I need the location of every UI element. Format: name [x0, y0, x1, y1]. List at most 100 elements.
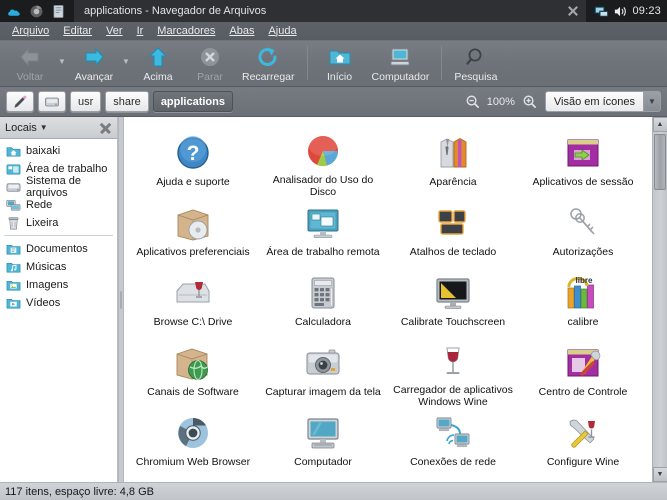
file-item[interactable]: Aparência	[388, 125, 518, 195]
menu-ver[interactable]: Ver	[99, 22, 130, 41]
disk-usage-pie-icon	[303, 131, 343, 171]
toolbar-reload-label: Recarregar	[242, 71, 295, 83]
file-item[interactable]: Autorizações	[518, 195, 648, 265]
sidebar-item-sistema-de-arquivos[interactable]: Sistema de arquivos	[0, 175, 117, 199]
browser-icon[interactable]	[29, 4, 44, 19]
scroll-down-button[interactable]: ▼	[652, 467, 667, 482]
file-item[interactable]: Aplicativos preferenciais	[128, 195, 258, 265]
menu-abas[interactable]: Abas	[222, 22, 261, 41]
menu-marcadores[interactable]: Marcadores	[150, 22, 222, 41]
file-item[interactable]: Área de trabalho remota	[258, 195, 388, 265]
sidebar-item-imagens[interactable]: Imagens	[0, 276, 117, 294]
file-item[interactable]: Computador	[258, 405, 388, 475]
view-mode-label: Visão em ícones	[545, 92, 643, 111]
file-item[interactable]: libre calibre	[518, 265, 648, 335]
sidebar-header[interactable]: Locais ▼	[0, 117, 117, 139]
notes-icon[interactable]	[51, 4, 66, 19]
sidebar-item-musicas[interactable]: Músicas	[0, 258, 117, 276]
volume-icon[interactable]	[613, 4, 628, 19]
zoom-in-icon[interactable]	[522, 94, 537, 109]
display-icon[interactable]	[594, 4, 609, 19]
file-label: Aparência	[429, 176, 477, 188]
menu-editar[interactable]: Editar	[56, 22, 99, 41]
sidebar-item-baixaki[interactable]: baixaki	[0, 142, 117, 160]
view-mode-select[interactable]: Visão em ícones ▼	[544, 91, 661, 112]
menu-arquivo[interactable]: Arquivo	[5, 22, 56, 41]
breadcrumb-usr[interactable]: usr	[70, 91, 102, 112]
file-item[interactable]: Calibrate Touchscreen	[388, 265, 518, 335]
scrollbar-thumb[interactable]	[653, 134, 666, 190]
cloud-icon[interactable]	[7, 4, 22, 19]
file-item[interactable]: Centro de Controle	[518, 335, 648, 405]
toolbar-forward-button[interactable]: Avançar	[68, 43, 120, 85]
scrollbar-track[interactable]	[653, 132, 667, 467]
chromium-icon	[173, 411, 213, 453]
videos-folder-icon	[6, 298, 21, 309]
file-label: Aplicativos de sessão	[532, 176, 634, 188]
file-label: Ajuda e suporte	[156, 176, 230, 188]
toolbar-forward-label: Avançar	[74, 71, 114, 83]
sidebar-item-label: Imagens	[26, 279, 69, 291]
configure-wine-icon	[563, 411, 603, 453]
edit-path-button[interactable]	[6, 91, 34, 112]
toolbar-computer-button[interactable]: Computador	[366, 43, 436, 85]
control-center-icon	[563, 341, 603, 383]
file-item[interactable]: Atalhos de teclado	[388, 195, 518, 265]
back-dropdown-icon[interactable]: ▼	[56, 57, 68, 66]
file-item[interactable]: ? Ajuda e suporte	[128, 125, 258, 195]
appearance-shirts-icon	[433, 131, 473, 173]
network-icon	[6, 199, 21, 211]
toolbar-up-label: Acima	[143, 71, 173, 83]
toolbar-up-button[interactable]: Acima	[132, 43, 184, 85]
file-item[interactable]: Canais de Software	[128, 335, 258, 405]
vertical-scrollbar[interactable]: ▲ ▼	[652, 117, 667, 482]
toolbar-computer-label: Computador	[371, 71, 430, 83]
zoom-out-icon[interactable]	[465, 94, 480, 109]
file-label: Autorizações	[552, 246, 614, 258]
sidebar-item-videos[interactable]: Vídeos	[0, 294, 117, 312]
file-item[interactable]: Carregador de aplicativos Windows Wine	[388, 335, 518, 408]
breadcrumb-applications[interactable]: applications	[152, 91, 233, 112]
file-item[interactable]: Conexões de rede	[388, 405, 518, 475]
menu-ir[interactable]: Ir	[130, 22, 151, 41]
file-item[interactable]: Chromium Web Browser	[128, 405, 258, 475]
documents-folder-icon	[6, 244, 21, 255]
pictures-folder-icon	[6, 280, 21, 291]
taskbar-window-button[interactable]: applications - Navegador de Arquivos	[74, 0, 587, 22]
sidebar-item-lixeira[interactable]: Lixeira	[0, 214, 117, 232]
toolbar-home-button[interactable]: Início	[314, 43, 366, 85]
toolbar-back-label: Voltar	[16, 71, 44, 83]
close-icon[interactable]	[566, 4, 580, 18]
status-text: 117 itens, espaço livre: 4,8 GB	[5, 485, 154, 498]
toolbar-reload-button[interactable]: Recarregar	[236, 43, 301, 85]
toolbar-back-button[interactable]: Voltar	[4, 43, 56, 85]
file-item[interactable]: Browse C:\ Drive	[128, 265, 258, 335]
file-item[interactable]: Capturar imagem da tela	[258, 335, 388, 405]
menu-ajuda[interactable]: Ajuda	[261, 22, 303, 41]
sidebar-close-icon[interactable]	[99, 121, 112, 134]
file-item[interactable]: Configure Wine	[518, 405, 648, 475]
icon-view[interactable]: ? Ajuda e suporte Analisador do Uso do D…	[124, 117, 652, 482]
path-root-button[interactable]	[38, 91, 66, 112]
sidebar-item-documentos[interactable]: Documentos	[0, 240, 117, 258]
sidebar-item-label: Rede	[26, 199, 53, 211]
toolbar-stop-button[interactable]: Parar	[184, 43, 236, 85]
file-item[interactable]: Analisador do Uso do Disco	[258, 125, 388, 198]
window-title: applications - Navegador de Arquivos	[84, 5, 267, 17]
location-bar: usr share applications 100% Visão em íco…	[0, 87, 667, 117]
wine-glass-icon	[433, 341, 473, 381]
file-label: Canais de Software	[147, 386, 239, 398]
forward-dropdown-icon[interactable]: ▼	[120, 57, 132, 66]
toolbar-search-button[interactable]: Pesquisa	[448, 43, 503, 85]
menu-ver-label: Ver	[106, 24, 123, 37]
file-label: Calibrate Touchscreen	[400, 316, 506, 328]
toolbar-home-label: Início	[326, 71, 353, 83]
chevron-down-icon[interactable]: ▼	[40, 123, 48, 132]
file-item[interactable]: Calculadora	[258, 265, 388, 335]
breadcrumb-share[interactable]: share	[105, 91, 149, 112]
scroll-up-button[interactable]: ▲	[652, 117, 667, 132]
system-tray: 09:23	[586, 0, 667, 22]
clock[interactable]: 09:23	[632, 5, 661, 17]
chevron-down-icon[interactable]: ▼	[643, 92, 660, 111]
file-item[interactable]: Aplicativos de sessão	[518, 125, 648, 195]
